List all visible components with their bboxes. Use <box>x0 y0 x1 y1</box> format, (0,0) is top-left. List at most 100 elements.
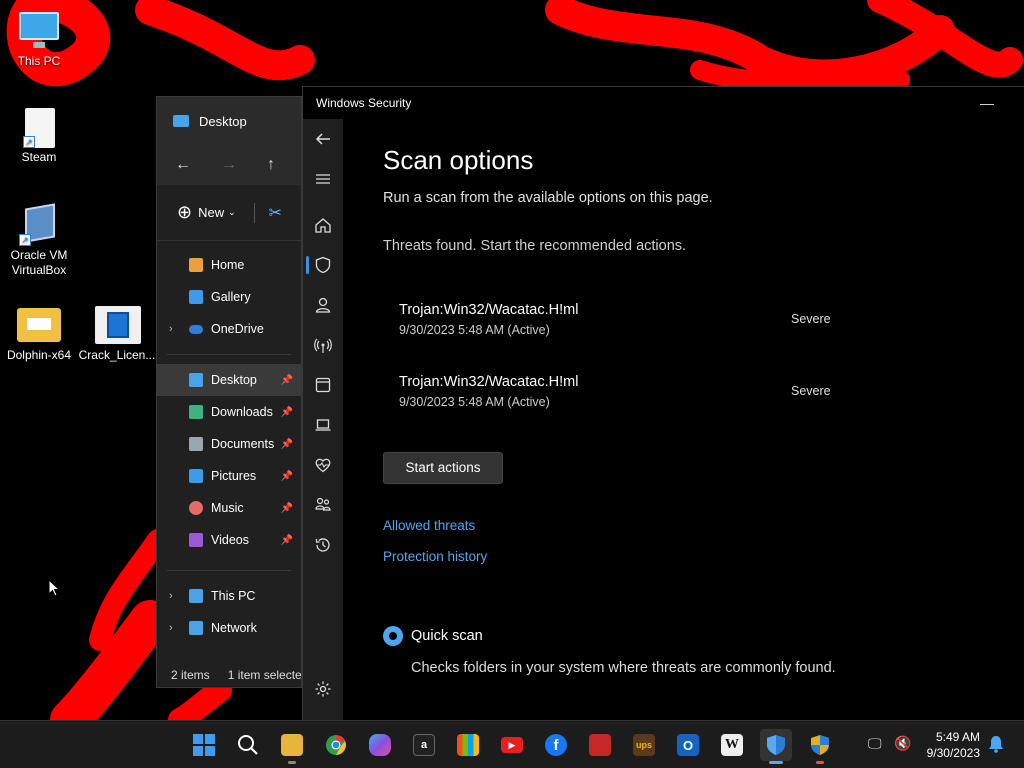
radio-selected-icon[interactable] <box>383 626 403 646</box>
allowed-threats-link[interactable]: Allowed threats <box>383 518 983 533</box>
explorer-tab-desktop[interactable]: Desktop <box>157 97 301 145</box>
back-arrow-icon[interactable]: ← <box>175 156 191 174</box>
nav-item-onedrive[interactable]: › OneDrive <box>157 313 301 345</box>
taskbar: a ▶ f ups O W 🖵 🔇 5:49 AM 9/30/2023 <box>0 720 1024 768</box>
threat-time: 9/30/2023 5:48 AM (Active) <box>399 323 550 337</box>
threat-item[interactable]: Trojan:Win32/Wacatac.H!ml 9/30/2023 5:48… <box>399 280 983 352</box>
nav-item-documents[interactable]: Documents 📌 <box>157 428 301 460</box>
window-title: Windows Security <box>316 96 412 110</box>
download-icon <box>189 405 203 419</box>
nav-item-home[interactable]: Home <box>157 249 301 281</box>
home-icon[interactable] <box>303 205 343 245</box>
app-browser-icon[interactable] <box>303 365 343 405</box>
nav-item-gallery[interactable]: Gallery <box>157 281 301 313</box>
history-icon[interactable] <box>303 525 343 565</box>
system-clock[interactable]: 5:49 AM 9/30/2023 <box>927 729 980 761</box>
taskbar-store[interactable] <box>452 729 484 761</box>
desktop-icon-crack-license[interactable]: Crack_Licen... <box>77 304 157 363</box>
pin-icon: 📌 <box>280 470 293 482</box>
taskbar-chrome[interactable] <box>320 729 352 761</box>
taskbar-wikipedia[interactable]: W <box>716 729 748 761</box>
nav-divider <box>167 570 291 571</box>
taskbar-outlook[interactable]: O <box>672 729 704 761</box>
heart-health-icon[interactable] <box>303 445 343 485</box>
minimize-icon[interactable]: — <box>980 95 994 111</box>
clock-time: 5:49 AM <box>935 730 980 744</box>
explorer-nav-row: ← → ↑ <box>157 145 301 185</box>
up-arrow-icon[interactable]: ↑ <box>267 156 275 174</box>
taskbar-ups[interactable]: ups <box>628 729 660 761</box>
virtualbox-icon: ↗ <box>17 203 61 246</box>
new-button[interactable]: New <box>198 205 224 220</box>
amazon-icon: a <box>413 734 435 756</box>
family-icon[interactable] <box>303 485 343 525</box>
cut-icon[interactable]: ✂ <box>269 203 282 223</box>
display-tray-icon[interactable]: 🖵 <box>868 735 882 752</box>
laptop-icon[interactable] <box>303 405 343 445</box>
desktop-icon-virtualbox[interactable]: ↗ Oracle VM VirtualBox <box>0 203 79 278</box>
desktop-folder-icon <box>189 373 203 387</box>
volume-muted-icon[interactable]: 🔇 <box>894 735 911 752</box>
windows-security-icon <box>767 735 785 755</box>
taskbar-amazon[interactable]: a <box>408 729 440 761</box>
chevron-right-icon[interactable]: › <box>169 590 173 602</box>
search-button[interactable] <box>232 729 264 761</box>
taskbar-windows-security[interactable] <box>760 729 792 764</box>
file-shortcut-icon: ↗ <box>17 106 61 148</box>
pin-icon: 📌 <box>280 534 293 546</box>
threat-item[interactable]: Trojan:Win32/Wacatac.H!ml 9/30/2023 5:48… <box>399 352 983 424</box>
notification-bell-icon[interactable] <box>988 735 1004 753</box>
pictures-icon <box>189 469 203 483</box>
nav-item-videos[interactable]: Videos 📌 <box>157 524 301 556</box>
music-icon <box>189 501 203 515</box>
taskbar-copilot[interactable] <box>364 729 396 761</box>
desktop-icon-dolphin[interactable]: Dolphin-x64 <box>0 304 79 363</box>
quick-scan-option[interactable]: Quick scan <box>383 626 983 646</box>
threat-name: Trojan:Win32/Wacatac.H!ml <box>399 374 579 390</box>
taskbar-youtube[interactable]: ▶ <box>496 729 528 761</box>
quick-scan-label: Quick scan <box>411 628 483 644</box>
security-titlebar: Windows Security — <box>303 87 1024 119</box>
taskbar-file-explorer[interactable] <box>276 729 308 764</box>
chevron-right-icon[interactable]: › <box>169 323 173 335</box>
nav-item-desktop[interactable]: Desktop 📌 <box>157 364 301 396</box>
back-arrow-icon[interactable] <box>303 119 343 159</box>
monitor-icon <box>189 589 203 603</box>
taskbar-news[interactable] <box>584 729 616 761</box>
shield-icon[interactable] <box>303 245 343 285</box>
nav-item-this-pc[interactable]: › This PC <box>157 580 301 612</box>
explorer-status-bar: 2 items 1 item selecte <box>157 663 301 687</box>
nav-item-pictures[interactable]: Pictures 📌 <box>157 460 301 492</box>
account-icon[interactable] <box>303 285 343 325</box>
wikipedia-icon: W <box>721 734 743 756</box>
nav-item-downloads[interactable]: Downloads 📌 <box>157 396 301 428</box>
windows-logo-icon <box>193 734 215 756</box>
facebook-icon: f <box>545 734 567 756</box>
copilot-icon <box>369 734 391 756</box>
file-explorer-window[interactable]: Desktop ← → ↑ ⊕ New ⌄ ✂ Home Gallery › O… <box>156 96 302 688</box>
folder-icon <box>281 734 303 756</box>
desktop-icon-steam[interactable]: ↗ Steam <box>0 106 79 165</box>
forward-arrow-icon[interactable]: → <box>221 156 237 174</box>
cloud-icon <box>189 324 203 334</box>
chrome-icon <box>326 735 346 755</box>
protection-history-link[interactable]: Protection history <box>383 549 983 564</box>
wifi-broadcast-icon[interactable] <box>303 325 343 365</box>
nav-item-network[interactable]: › Network <box>157 612 301 644</box>
start-button[interactable] <box>188 729 220 761</box>
nav-item-music[interactable]: Music 📌 <box>157 492 301 524</box>
quick-scan-description: Checks folders in your system where thre… <box>411 660 836 676</box>
desktop-icon-this-pc[interactable]: This PC <box>0 10 79 69</box>
windows-security-window[interactable]: Windows Security — Scan options Run a sc… <box>302 86 1024 721</box>
taskbar-facebook[interactable]: f <box>540 729 572 761</box>
taskbar-security-alert[interactable] <box>804 729 836 764</box>
threat-name: Trojan:Win32/Wacatac.H!ml <box>399 302 579 318</box>
hamburger-menu-icon[interactable] <box>303 159 343 199</box>
chevron-right-icon[interactable]: › <box>169 622 173 634</box>
gear-icon[interactable] <box>303 669 343 709</box>
start-actions-button[interactable]: Start actions <box>383 452 503 484</box>
folder-icon <box>17 304 61 344</box>
clock-date: 9/30/2023 <box>926 746 980 760</box>
installer-icon <box>95 304 141 344</box>
explorer-tab-title: Desktop <box>199 113 247 129</box>
